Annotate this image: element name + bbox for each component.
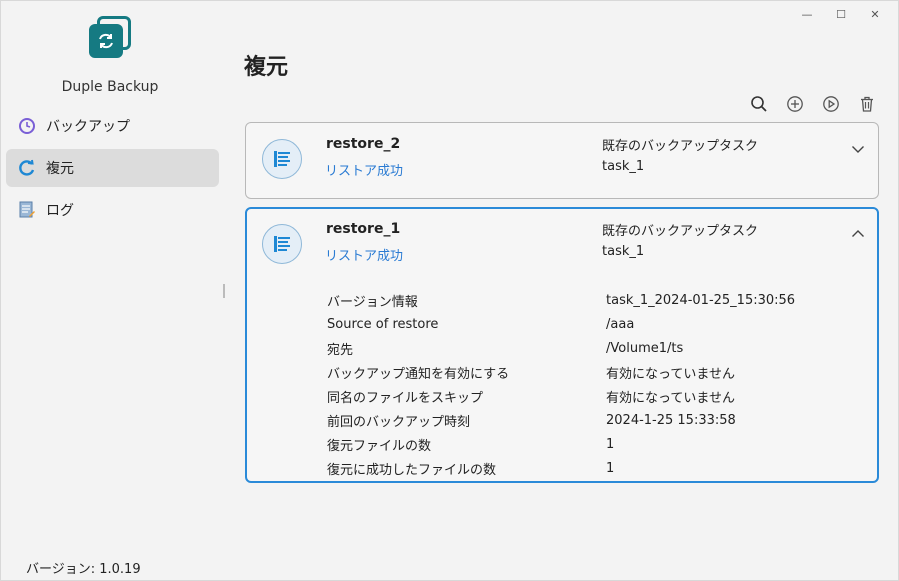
play-icon[interactable]: [820, 93, 842, 115]
version-label: バージョン: 1.0.19: [26, 562, 141, 577]
detail-value: task_1_2024-01-25_15:30:56: [606, 292, 796, 308]
maximize-button[interactable]: ☐: [824, 5, 858, 23]
detail-row: 復元に成功したファイルの数 1: [327, 456, 867, 480]
detail-value: /aaa: [606, 316, 635, 332]
clock-icon: [17, 116, 37, 136]
task-list-icon: [262, 224, 302, 264]
delete-icon[interactable]: [856, 93, 878, 115]
add-icon[interactable]: [784, 93, 806, 115]
sidebar-resize-handle[interactable]: [223, 284, 225, 298]
app-window: — ☐ ✕ Duple Backup バックアップ 複元 ログ バージョン: 1…: [0, 0, 899, 581]
chevron-up-icon[interactable]: [850, 226, 866, 242]
sidebar-item-log[interactable]: ログ: [6, 191, 219, 229]
detail-label: 復元に成功したファイルの数: [327, 462, 497, 478]
detail-row: 復元ファイルの数 1: [327, 432, 867, 456]
detail-label: 復元ファイルの数: [327, 438, 432, 454]
detail-label: Source of restore: [327, 316, 439, 332]
task-details: バージョン情報 task_1_2024-01-25_15:30:56 Sourc…: [327, 288, 867, 480]
task-type: 既存のバックアップタスク: [602, 224, 759, 239]
task-name: restore_2: [326, 136, 401, 152]
sidebar-item-restore[interactable]: 複元: [6, 149, 219, 187]
detail-label: バージョン情報: [327, 294, 418, 310]
detail-label: 同名のファイルをスキップ: [327, 390, 484, 406]
detail-row: 同名のファイルをスキップ 有効になっていません: [327, 384, 867, 408]
task-card[interactable]: restore_1 リストア成功 既存のバックアップタスク task_1 バージ…: [245, 207, 879, 483]
detail-row: バージョン情報 task_1_2024-01-25_15:30:56: [327, 288, 867, 312]
task-source: task_1: [602, 244, 645, 259]
detail-value: 2024-1-25 15:33:58: [606, 412, 736, 428]
sidebar-nav: バックアップ 複元 ログ: [6, 107, 219, 233]
toolbar: [748, 93, 878, 115]
search-icon[interactable]: [748, 93, 770, 115]
window-controls: — ☐ ✕: [790, 5, 892, 23]
detail-label: 前回のバックアップ時刻: [327, 414, 471, 430]
detail-row: 前回のバックアップ時刻 2024-1-25 15:33:58: [327, 408, 867, 432]
detail-value: 有効になっていません: [606, 366, 735, 382]
detail-value: 1: [606, 460, 615, 476]
sidebar-item-label: ログ: [46, 203, 74, 219]
detail-label: 宛先: [327, 342, 354, 358]
close-button[interactable]: ✕: [858, 5, 892, 23]
minimize-button[interactable]: —: [790, 5, 824, 23]
task-status: リストア成功: [325, 164, 404, 179]
app-name: Duple Backup: [61, 79, 159, 95]
detail-value: 1: [606, 436, 615, 452]
task-list-icon: [262, 139, 302, 179]
detail-row: 宛先 /Volume1/ts: [327, 336, 867, 360]
log-icon: [17, 200, 37, 220]
task-source: task_1: [602, 159, 645, 174]
detail-row: Source of restore /aaa: [327, 312, 867, 336]
sidebar-item-label: バックアップ: [46, 119, 130, 135]
detail-label: バックアップ通知を有効にする: [327, 366, 510, 382]
app-logo-icon: [89, 16, 133, 60]
sidebar-item-backup[interactable]: バックアップ: [6, 107, 219, 145]
task-name: restore_1: [326, 221, 401, 237]
chevron-down-icon[interactable]: [850, 141, 866, 157]
task-card[interactable]: restore_2 リストア成功 既存のバックアップタスク task_1: [245, 122, 879, 199]
sidebar: Duple Backup バックアップ 複元 ログ バージョン: 1.0.19: [1, 1, 225, 581]
sidebar-item-label: 複元: [46, 161, 74, 177]
restore-icon: [17, 158, 37, 178]
page-title: 複元: [244, 55, 289, 80]
task-type: 既存のバックアップタスク: [602, 139, 759, 154]
detail-row: バックアップ通知を有効にする 有効になっていません: [327, 360, 867, 384]
detail-value: 有効になっていません: [606, 390, 735, 406]
task-status: リストア成功: [325, 249, 404, 264]
detail-value: /Volume1/ts: [606, 340, 684, 356]
